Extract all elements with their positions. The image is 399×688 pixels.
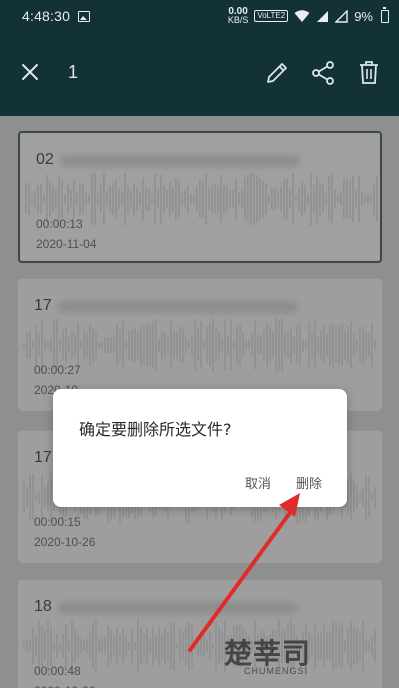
- signal-icon: [317, 10, 329, 22]
- confirm-delete-dialog: 确定要删除所选文件? 取消 删除: [53, 389, 347, 507]
- wifi-icon: [294, 9, 310, 22]
- delete-button[interactable]: 删除: [296, 473, 322, 492]
- recording-duration: 00:00:48: [34, 664, 81, 678]
- status-time: 4:48:30: [22, 8, 71, 24]
- recording-duration: 00:00:15: [34, 515, 81, 529]
- close-icon[interactable]: [18, 60, 42, 84]
- watermark-sub: CHUMENGSI: [244, 666, 309, 676]
- share-icon[interactable]: [310, 60, 336, 86]
- selected-count: 1: [68, 62, 79, 82]
- blurred-name: [58, 301, 298, 313]
- recording-duration: 00:00:13: [36, 217, 83, 231]
- app-bar: 1: [0, 32, 399, 116]
- cancel-button[interactable]: 取消: [245, 473, 271, 492]
- edit-icon[interactable]: [264, 60, 290, 86]
- recording-date: 2020-10-26: [34, 535, 96, 549]
- blurred-name: [60, 155, 300, 167]
- blurred-name: [58, 602, 298, 614]
- battery-percent: 9%: [354, 8, 373, 24]
- recording-duration: 00:00:27: [34, 363, 81, 377]
- recording-date: 2020-10-26: [34, 684, 95, 688]
- battery-icon: [381, 6, 389, 23]
- dialog-message: 确定要删除所选文件?: [79, 420, 232, 439]
- network-speed-unit: KB/S: [227, 15, 249, 25]
- volte-badge: VoLTE2: [254, 10, 289, 22]
- recording-name: 02: [36, 151, 54, 168]
- gallery-notification-icon: [78, 10, 91, 22]
- recording-name: 17: [34, 297, 52, 314]
- recording-name: 17: [34, 449, 52, 466]
- recording-item[interactable]: 02 00:00:13 2020-11-04: [18, 131, 382, 263]
- signal-icon-2: [335, 9, 348, 23]
- recording-item[interactable]: 18 00:00:48 2020-10-26: [18, 580, 382, 688]
- network-speed: 0.00 KB/S: [227, 7, 249, 25]
- status-bar: 4:48:30 0.00 KB/S VoLTE2 9%: [0, 0, 399, 32]
- status-right: 0.00 KB/S VoLTE2 9%: [227, 6, 389, 25]
- recording-name: 18: [34, 598, 52, 615]
- watermark-logo: 楚莘司 CHUMENGSI: [224, 632, 311, 676]
- trash-icon[interactable]: [357, 59, 381, 85]
- recording-date: 2020-11-04: [36, 237, 97, 251]
